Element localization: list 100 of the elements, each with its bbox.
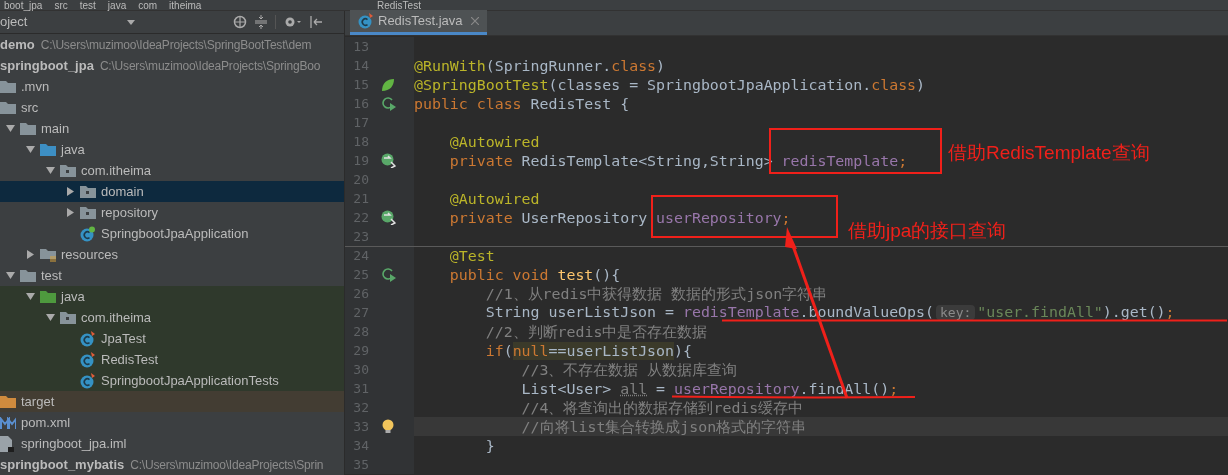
package-folder-icon xyxy=(60,311,76,324)
tree-item-label: .mvn xyxy=(21,77,50,96)
tree-item[interactable]: .mvn xyxy=(0,76,344,97)
annotation-label: 借助RedisTemplate查询 xyxy=(948,141,1150,165)
tree-item[interactable]: RedisTest xyxy=(0,349,344,370)
tree-item[interactable]: SpringbootJpaApplicationTests xyxy=(0,370,344,391)
expanded-arrow-icon[interactable] xyxy=(45,166,55,175)
code-line: if(null==userListJson){ xyxy=(484,342,692,359)
tree-item[interactable]: springboot_jpa.iml xyxy=(0,433,344,454)
tree-item[interactable]: java xyxy=(0,139,344,160)
run-icon[interactable] xyxy=(380,96,396,111)
code-line: @Autowired xyxy=(448,190,540,207)
tree-item-label: repository xyxy=(101,203,159,222)
breadcrumb-item[interactable]: test xyxy=(75,0,100,11)
tree-item[interactable]: java xyxy=(0,286,344,307)
tree-item[interactable]: target xyxy=(0,391,344,412)
tree-item[interactable]: com.itheima xyxy=(0,307,344,328)
tree-item[interactable]: repository xyxy=(0,202,344,223)
hide-panel-icon[interactable] xyxy=(310,16,323,28)
code-line: @RunWith(SpringRunner.class) xyxy=(414,57,666,74)
test-class-icon xyxy=(358,13,374,29)
annotation-label: 借助jpa的接口查询 xyxy=(848,219,1007,243)
lightbulb-icon[interactable] xyxy=(382,419,394,434)
locate-icon[interactable] xyxy=(233,15,248,29)
tree-item-label: java xyxy=(61,140,85,159)
tree-item[interactable]: main xyxy=(0,118,344,139)
breadcrumb-item[interactable]: itheima xyxy=(165,0,206,11)
folder-icon xyxy=(0,395,16,408)
collapsed-arrow-icon[interactable] xyxy=(25,250,35,259)
tree-item-label: SpringbootJpaApplicationTests xyxy=(101,371,279,390)
tree-item-label: RedisTest xyxy=(101,350,159,369)
tree-item-label: JpaTest xyxy=(101,329,146,348)
tree-item[interactable]: src xyxy=(0,97,344,118)
code-line: //2、判断redis中是否存在数据 xyxy=(484,323,708,340)
tree-item[interactable]: springboot_jpa C:\Users\muzimoo\IdeaProjects\SpringBoo xyxy=(0,55,344,76)
code-line: public void test(){ xyxy=(448,266,621,283)
expanded-arrow-icon[interactable] xyxy=(5,271,15,280)
spring-class-icon xyxy=(80,225,96,242)
tree-item-label: springboot_jpa xyxy=(0,56,94,75)
folder-icon xyxy=(40,290,56,303)
leaf-icon[interactable] xyxy=(381,77,395,92)
tree-item[interactable]: SpringbootJpaApplication xyxy=(0,223,344,244)
dropdown-caret-icon[interactable] xyxy=(127,19,136,25)
settings-icon[interactable] xyxy=(284,15,303,29)
expanded-arrow-icon[interactable] xyxy=(45,313,55,322)
file-icon xyxy=(0,435,14,452)
collapsed-arrow-icon[interactable] xyxy=(65,208,75,217)
bean-navigation-icon[interactable] xyxy=(380,210,396,225)
breadcrumb-item[interactable]: java xyxy=(103,0,131,11)
editor-tab[interactable]: RedisTest.java xyxy=(350,10,487,35)
test-class-icon xyxy=(80,351,96,368)
package-folder-icon xyxy=(80,185,96,198)
folder-icon xyxy=(40,143,56,156)
tree-item[interactable]: domain xyxy=(0,181,344,202)
breadcrumb-item[interactable]: com xyxy=(134,0,162,11)
breadcrumb-item[interactable]: RedisTest xyxy=(377,0,421,11)
expanded-arrow-icon[interactable] xyxy=(5,124,15,133)
package-folder-icon xyxy=(80,206,96,219)
run-icon[interactable] xyxy=(380,267,396,282)
expanded-arrow-icon[interactable] xyxy=(25,145,35,154)
tree-item[interactable]: resources xyxy=(0,244,344,265)
folder-icon xyxy=(0,80,16,93)
code-line: //3、不存在数据 从数据库查询 xyxy=(520,361,738,378)
code-editor[interactable] xyxy=(345,36,1228,475)
code-line: private UserRepository userRepository; xyxy=(448,209,791,226)
code-line: //4、将查询出的数据存储到redis缓存中 xyxy=(520,399,804,416)
panel-title[interactable]: oject xyxy=(0,12,28,32)
tree-item[interactable]: test xyxy=(0,265,344,286)
tree-item-label: resources xyxy=(61,245,119,264)
tree-item[interactable]: JpaTest xyxy=(0,328,344,349)
test-class-icon xyxy=(80,330,96,347)
code-line: //向将list集合转换成json格式的字符串 xyxy=(520,418,807,435)
module-path: C:\Users\muzimoo\IdeaProjects\SpringBoo xyxy=(99,57,321,75)
tree-item[interactable]: springboot_mybatis C:\Users\muzimoo\IdeaProjects\Sprin xyxy=(0,454,344,475)
breadcrumb-item[interactable]: boot_jpa xyxy=(0,0,47,11)
tree-item-label: demo xyxy=(0,35,35,54)
tree-item[interactable]: pom.xml xyxy=(0,412,344,433)
tree-item-label: test xyxy=(41,266,62,285)
tree-item-label: com.itheima xyxy=(81,161,152,180)
tree-item-label: com.itheima xyxy=(81,308,152,327)
tree-item-label: SpringbootJpaApplication xyxy=(101,224,249,243)
code-line: @Test xyxy=(448,248,495,264)
maven-icon xyxy=(0,416,16,429)
tree-item-label: domain xyxy=(101,182,144,201)
module-path: C:\Users\muzimoo\IdeaProjects\Sprin xyxy=(130,456,324,474)
code-line: @SpringBootTest(classes = SpringbootJpaApplication.class) xyxy=(414,76,926,93)
tree-item[interactable]: com.itheima xyxy=(0,160,344,181)
breadcrumb-item[interactable]: src xyxy=(50,0,72,11)
tree-item-label: pom.xml xyxy=(21,413,71,432)
tree-item-label: src xyxy=(21,98,39,117)
package-folder-icon xyxy=(60,164,76,177)
expanded-arrow-icon[interactable] xyxy=(25,292,35,301)
collapse-all-icon[interactable] xyxy=(255,15,268,29)
folder-icon xyxy=(20,122,36,135)
tree-item-label: target xyxy=(21,392,55,411)
tree-item[interactable]: demo C:\Users\muzimoo\IdeaProjects\SpringBootTest\dem xyxy=(0,34,344,55)
folder-icon xyxy=(0,101,16,114)
bean-navigation-icon[interactable] xyxy=(380,153,396,168)
code-line: } xyxy=(484,437,495,454)
collapsed-arrow-icon[interactable] xyxy=(65,187,75,196)
